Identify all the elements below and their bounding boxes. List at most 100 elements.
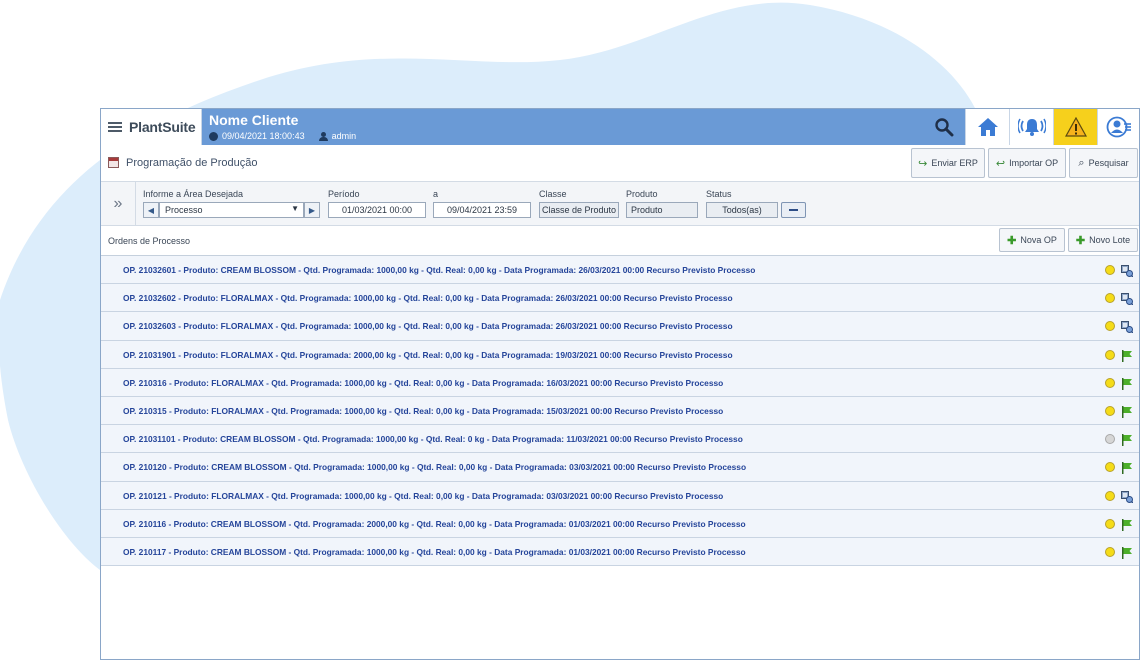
section-title: Ordens de Processo	[108, 236, 191, 246]
order-link[interactable]: OP. 21032602 - Produto: FLORALMAX - Qtd.…	[123, 293, 733, 303]
order-link[interactable]: OP. 21031101 - Produto: CREAM BLOSSOM - …	[123, 434, 743, 444]
order-row[interactable]: OP. 210117 - Produto: CREAM BLOSSOM - Qt…	[101, 537, 1139, 567]
logo-area: PlantSuite	[101, 109, 202, 145]
pesquisar-label: Pesquisar	[1088, 158, 1129, 168]
filter-bar: » Informe a Área Desejada ◀ Processo ▼ ▶…	[101, 182, 1139, 226]
order-link[interactable]: OP. 21031901 - Produto: FLORALMAX - Qtd.…	[123, 350, 733, 360]
user-icon	[318, 131, 328, 141]
flag-icon[interactable]	[1121, 433, 1133, 447]
order-row[interactable]: OP. 21032603 - Produto: FLORALMAX - Qtd.…	[101, 312, 1139, 341]
client-info: Nome Cliente 09/04/2021 18:00:43 admin	[209, 112, 356, 141]
order-row[interactable]: OP. 21031101 - Produto: CREAM BLOSSOM - …	[101, 425, 1139, 454]
clock-icon	[209, 131, 218, 141]
next-area-button[interactable]: ▶	[304, 202, 320, 218]
classe-input[interactable]: Classe de Produto	[539, 202, 619, 218]
status-dot-icon	[1105, 546, 1115, 557]
importar-op-button[interactable]: ↩ Importar OP	[988, 148, 1066, 178]
client-name: Nome Cliente	[209, 112, 299, 128]
area-select[interactable]: Processo ▼	[159, 202, 304, 218]
plus-icon: ✚	[1007, 234, 1017, 247]
periodo-start-input[interactable]: 01/03/2021 00:00	[328, 202, 426, 218]
plus-icon: ✚	[1075, 234, 1086, 247]
orders-section-header: Ordens de Processo ✚ Nova OP ✚ Novo Lote	[101, 226, 1139, 256]
nova-op-button[interactable]: ✚ Nova OP	[999, 228, 1065, 252]
flag-icon[interactable]	[1121, 461, 1133, 475]
resource-icon[interactable]	[1121, 264, 1134, 278]
alarm-bell-icon[interactable]	[1009, 109, 1053, 145]
status-dot-icon	[1105, 321, 1115, 332]
previous-area-button[interactable]: ◀	[143, 202, 159, 218]
importar-op-label: Importar OP	[1009, 158, 1059, 168]
status-dot-icon	[1105, 293, 1115, 304]
area-value: Processo	[165, 205, 203, 215]
resource-icon[interactable]	[1121, 490, 1134, 504]
order-link[interactable]: OP. 210315 - Produto: FLORALMAX - Qtd. P…	[123, 406, 723, 416]
order-link[interactable]: OP. 210121 - Produto: FLORALMAX - Qtd. P…	[123, 491, 723, 501]
order-link[interactable]: OP. 210117 - Produto: CREAM BLOSSOM - Qt…	[123, 547, 746, 557]
status-dot-icon	[1105, 265, 1115, 275]
order-row[interactable]: OP. 210315 - Produto: FLORALMAX - Qtd. P…	[101, 396, 1139, 426]
order-row[interactable]: OP. 21031901 - Produto: FLORALMAX - Qtd.…	[101, 340, 1139, 369]
magnifier-icon: ⌕	[1078, 156, 1085, 169]
periodo-end-input[interactable]: 09/04/2021 23:59	[433, 202, 531, 218]
import-icon: ↩	[995, 157, 1006, 170]
enviar-erp-label: Enviar ERP	[931, 158, 978, 168]
periodo-to-label: a	[433, 189, 439, 199]
produto-input[interactable]: Produto	[626, 202, 698, 218]
flag-icon[interactable]	[1121, 349, 1133, 362]
order-row[interactable]: OP. 21032601 - Produto: CREAM BLOSSOM - …	[101, 256, 1139, 285]
order-link[interactable]: OP. 210116 - Produto: CREAM BLOSSOM - Qt…	[123, 519, 746, 529]
order-link[interactable]: OP. 21032601 - Produto: CREAM BLOSSOM - …	[123, 265, 755, 275]
resource-icon[interactable]	[1121, 320, 1134, 334]
order-row[interactable]: OP. 210121 - Produto: FLORALMAX - Qtd. P…	[101, 481, 1139, 510]
order-link[interactable]: OP. 210120 - Produto: CREAM BLOSSOM - Qt…	[123, 462, 746, 472]
pesquisar-button[interactable]: ⌕ Pesquisar	[1069, 148, 1138, 178]
status-label: Status	[706, 189, 732, 199]
menu-icon[interactable]	[108, 120, 122, 134]
order-row[interactable]: OP. 21032602 - Produto: FLORALMAX - Qtd.…	[101, 284, 1139, 313]
flag-icon[interactable]	[1121, 405, 1133, 418]
order-row[interactable]: OP. 210316 - Produto: FLORALMAX - Qtd. P…	[101, 368, 1139, 397]
status-select[interactable]: Todos(as)	[706, 202, 778, 218]
status-dot-icon	[1105, 490, 1115, 501]
novo-lote-label: Novo Lote	[1089, 235, 1131, 245]
enviar-erp-button[interactable]: ↪ Enviar ERP	[911, 148, 985, 178]
status-dot-icon	[1105, 434, 1115, 445]
expand-panel-icon[interactable]: »	[101, 182, 136, 225]
flag-icon[interactable]	[1121, 377, 1133, 390]
home-icon[interactable]	[965, 109, 1009, 145]
nova-op-label: Nova OP	[1020, 235, 1057, 245]
area-label: Informe a Área Desejada	[143, 189, 244, 199]
classe-label: Classe	[539, 189, 567, 199]
search-icon[interactable]	[923, 109, 965, 145]
order-row[interactable]: OP. 210120 - Produto: CREAM BLOSSOM - Qt…	[101, 453, 1139, 482]
collapse-filter-button[interactable]	[781, 202, 806, 218]
resource-icon[interactable]	[1121, 292, 1134, 306]
novo-lote-button[interactable]: ✚ Novo Lote	[1068, 228, 1138, 252]
flag-icon[interactable]	[1121, 546, 1133, 559]
chevron-down-icon: ▼	[291, 204, 299, 213]
order-link[interactable]: OP. 21032603 - Produto: FLORALMAX - Qtd.…	[123, 321, 733, 331]
order-link[interactable]: OP. 210316 - Produto: FLORALMAX - Qtd. P…	[123, 378, 723, 388]
page-header: Programação de Produção ↪ Enviar ERP ↩ I…	[101, 145, 1139, 182]
orders-list: OP. 21032601 - Produto: CREAM BLOSSOM - …	[101, 256, 1139, 567]
flag-icon[interactable]	[1121, 518, 1133, 531]
page-title: Programação de Produção	[126, 157, 258, 169]
status-dot-icon	[1105, 377, 1115, 388]
export-icon: ↪	[918, 157, 928, 170]
periodo-label: Período	[328, 189, 360, 199]
app-logo: PlantSuite	[129, 119, 196, 135]
status-dot-icon	[1105, 462, 1115, 473]
top-bar: PlantSuite Nome Cliente 09/04/2021 18:00…	[101, 109, 1139, 145]
app-window: PlantSuite Nome Cliente 09/04/2021 18:00…	[100, 108, 1140, 660]
produto-label: Produto	[626, 189, 658, 199]
calendar-icon	[108, 157, 119, 168]
status-dot-icon	[1105, 405, 1115, 416]
status-dot-icon	[1105, 349, 1115, 360]
current-datetime: 09/04/2021 18:00:43	[222, 131, 305, 141]
user-profile-icon[interactable]	[1097, 109, 1139, 145]
current-user: admin	[331, 131, 357, 141]
warning-icon[interactable]	[1053, 109, 1097, 145]
status-dot-icon	[1105, 518, 1115, 529]
order-row[interactable]: OP. 210116 - Produto: CREAM BLOSSOM - Qt…	[101, 509, 1139, 538]
